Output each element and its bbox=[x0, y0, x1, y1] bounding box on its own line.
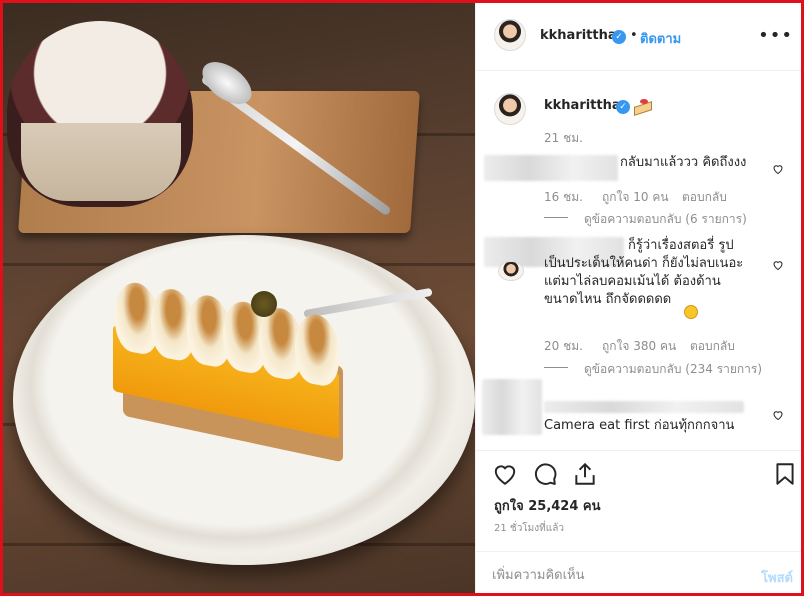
verified-badge-icon: ✓ bbox=[616, 100, 630, 114]
cake-icon bbox=[634, 99, 652, 116]
comment-text: กลับมาแล้ววว คิดถึงงง bbox=[620, 155, 747, 170]
post-actions: ถูกใจ 25,424 คน 21 ชั่วโมงที่แล้ว bbox=[476, 451, 801, 551]
more-options-icon[interactable]: ••• bbox=[758, 25, 793, 46]
reply-button[interactable]: ตอบกลับ bbox=[682, 188, 727, 207]
thinking-face-icon bbox=[684, 305, 698, 319]
separator-dot: • bbox=[630, 28, 638, 43]
view-replies-button[interactable]: ดูข้อความตอบกลับ (6 รายการ) bbox=[584, 210, 747, 229]
comment-like-heart-icon[interactable] bbox=[772, 409, 784, 421]
redacted-username bbox=[484, 155, 618, 181]
bookmark-icon[interactable] bbox=[772, 461, 798, 487]
garnish bbox=[251, 291, 277, 317]
caption-time: 21 ชม. bbox=[544, 131, 583, 145]
post-comment-button[interactable]: โพสต์ bbox=[761, 567, 793, 588]
comment-text-line: แต่มาไล่ลบคอมเม้นได้ ต้องด้าน bbox=[544, 274, 721, 289]
post-time[interactable]: 21 ชั่วโมงที่แล้ว bbox=[494, 521, 564, 536]
comment-time: 20 ชม. bbox=[544, 339, 583, 353]
comment-text-line: ขนาดไหน ถึกจัดดดดด bbox=[544, 292, 672, 307]
avatar[interactable] bbox=[494, 19, 526, 51]
caption-avatar[interactable] bbox=[494, 93, 526, 125]
comment-likes[interactable]: ถูกใจ 10 คน bbox=[602, 188, 669, 207]
header-username[interactable]: kkharittha bbox=[540, 28, 617, 43]
comment-bubble-icon[interactable] bbox=[532, 461, 558, 487]
comment-text-line: เป็นประเด็นให้คนด่า ก็ยังไม่ลบเนอะ bbox=[544, 256, 744, 271]
comment-text: Camera eat first ก่อนทุ้กกกจาน bbox=[544, 418, 735, 433]
comment-likes[interactable]: ถูกใจ 380 คน bbox=[602, 337, 676, 356]
redacted-username bbox=[544, 401, 744, 413]
verified-badge-icon: ✓ bbox=[612, 30, 626, 44]
comment-time: 16 ชม. bbox=[544, 190, 583, 204]
view-replies-button[interactable]: ดูข้อความตอบกลับ (234 รายการ) bbox=[584, 360, 762, 379]
commenter-avatar[interactable] bbox=[498, 261, 524, 281]
add-comment-input[interactable] bbox=[492, 562, 742, 588]
follow-button[interactable]: ติดตาม bbox=[640, 28, 681, 49]
post-photo[interactable] bbox=[3, 3, 475, 593]
add-comment-bar: โพสต์ bbox=[476, 551, 801, 593]
redacted-avatar bbox=[482, 379, 542, 435]
share-icon[interactable] bbox=[572, 461, 598, 487]
likes-count[interactable]: ถูกใจ 25,424 คน bbox=[494, 495, 601, 516]
post-side-panel: kkharittha ✓ • ติดตาม ••• kkharittha ✓ 2… bbox=[475, 3, 801, 593]
post-header: kkharittha ✓ • ติดตาม ••• bbox=[476, 3, 801, 71]
comment-like-heart-icon[interactable] bbox=[772, 259, 784, 271]
comment-text-line: ก็รู้ว่าเรื่องสตอรี่ รูป bbox=[628, 238, 734, 253]
reply-button[interactable]: ตอบกลับ bbox=[690, 337, 735, 356]
comments-list[interactable]: kkharittha ✓ 21 ชม. กลับมาแล้ววว คิดถึงง… bbox=[476, 71, 801, 451]
caption-username[interactable]: kkharittha bbox=[544, 98, 621, 113]
screenshot-frame: kkharittha ✓ • ติดตาม ••• kkharittha ✓ 2… bbox=[0, 0, 804, 596]
comment-like-heart-icon[interactable] bbox=[772, 163, 784, 175]
like-heart-icon[interactable] bbox=[492, 461, 518, 487]
